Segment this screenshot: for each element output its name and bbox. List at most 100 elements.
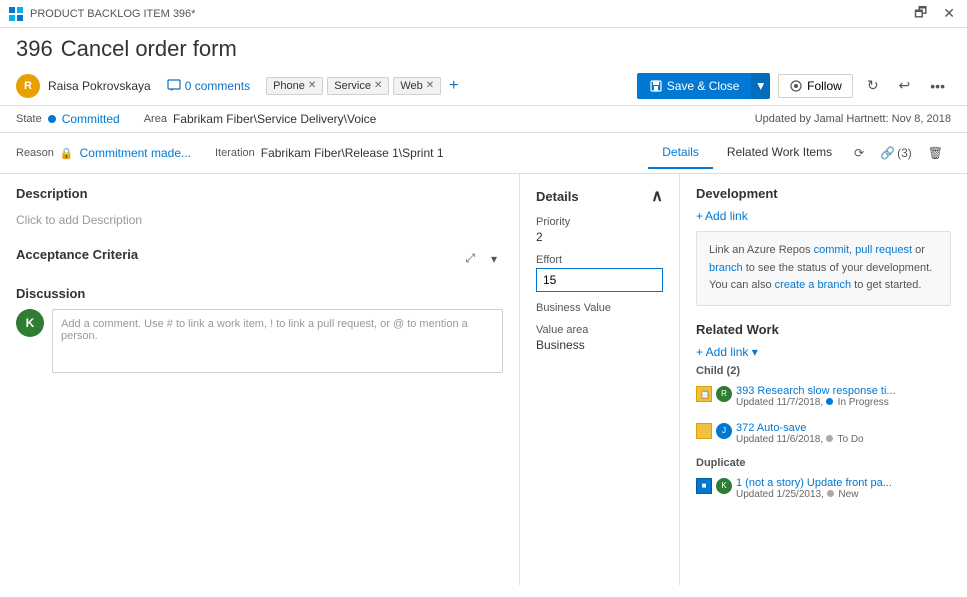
more-button[interactable]: ••• <box>924 74 951 98</box>
updated-text: Updated by Jamal Hartnett: Nov 8, 2018 <box>755 113 951 125</box>
related-title: Related Work <box>696 322 951 337</box>
expand-icon[interactable]: ⤢ <box>459 247 481 270</box>
child-item-1-content: 393 Research slow response ti... Updated… <box>736 385 951 408</box>
discussion-section: Discussion K Add a comment. Use # to lin… <box>16 286 503 373</box>
related-section: Related Work + Add link ▾ Child (2) 📋 R … <box>696 322 951 504</box>
add-tag-button[interactable]: + <box>445 77 462 95</box>
child-item-1-meta: Updated 11/7/2018, In Progress <box>736 397 951 408</box>
dev-add-link-button[interactable]: + Add link <box>696 209 951 223</box>
child-item-1: 📋 R 393 Research slow response ti... Upd… <box>696 381 951 412</box>
commit-link[interactable]: commit <box>814 244 849 256</box>
effort-label: Effort <box>536 254 663 266</box>
tab-links[interactable]: 🔗 (3) <box>872 142 920 164</box>
svg-text:📋: 📋 <box>700 389 710 399</box>
acceptance-title: Acceptance Criteria <box>16 247 138 262</box>
author-avatar: R <box>16 74 40 98</box>
state-bar: State Committed Area Fabrikam Fiber\Serv… <box>0 106 967 133</box>
tag-service: Service ✕ <box>327 77 389 95</box>
title-bar: PRODUCT BACKLOG ITEM 396* 🗗 ✕ <box>0 0 967 28</box>
dev-title: Development <box>696 186 951 201</box>
details-panel: Details ∧ Priority 2 Effort Business Val… <box>520 174 680 585</box>
iteration-value: Fabrikam Fiber\Release 1\Sprint 1 <box>261 146 444 160</box>
child-item-2-icon <box>696 423 712 439</box>
title-bar-text: PRODUCT BACKLOG ITEM 396* <box>30 8 195 20</box>
acceptance-icons: ⤢ ▾ <box>459 247 503 270</box>
tag-phone: Phone ✕ <box>266 77 323 95</box>
duplicate-item-1-avatar: K <box>716 478 732 494</box>
title-bar-left: PRODUCT BACKLOG ITEM 396* <box>8 6 195 22</box>
description-placeholder[interactable]: Click to add Description <box>16 209 503 231</box>
toolbar: R Raisa Pokrovskaya 0 comments Phone ✕ S… <box>0 66 967 106</box>
tab-attachments[interactable]: 🗑 <box>920 142 951 164</box>
tags-container: Phone ✕ Service ✕ Web ✕ + <box>266 77 462 95</box>
create-branch-link[interactable]: create a branch <box>775 279 851 291</box>
save-dropdown-button[interactable]: ▾ <box>751 73 770 99</box>
business-value-label: Business Value <box>536 302 663 314</box>
description-title: Description <box>16 186 503 201</box>
development-section: Development + Add link Link an Azure Rep… <box>696 186 951 306</box>
details-title: Details ∧ <box>536 186 663 206</box>
dev-info-box: Link an Azure Repos commit, pull request… <box>696 231 951 306</box>
child-item-1-title[interactable]: 393 Research slow response ti... <box>736 385 951 397</box>
user-avatar: K <box>16 309 44 337</box>
work-item-name: Cancel order form <box>61 36 237 62</box>
duplicate-item-1-title[interactable]: 1 (not a story) Update front pa... <box>736 477 951 489</box>
discussion-input-area: K Add a comment. Use # to link a work it… <box>16 309 503 373</box>
save-close-button[interactable]: Save & Close <box>637 73 752 99</box>
restore-button[interactable]: 🗗 <box>910 2 931 26</box>
tab-details[interactable]: Details <box>648 137 713 169</box>
left-panel: Description Click to add Description Acc… <box>0 174 520 585</box>
description-section: Description Click to add Description <box>16 186 503 231</box>
related-add-link-button[interactable]: + Add link ▾ <box>696 345 951 359</box>
comment-input[interactable]: Add a comment. Use # to link a work item… <box>52 309 503 373</box>
area-item: Area Fabrikam Fiber\Service Delivery\Voi… <box>144 112 377 126</box>
duplicate-item-1: ■ K 1 (not a story) Update front pa... U… <box>696 473 951 504</box>
child-item-1-status-dot <box>826 398 833 405</box>
right-panel: Development + Add link Link an Azure Rep… <box>680 174 967 585</box>
acceptance-section: Acceptance Criteria ⤢ ▾ <box>16 247 503 270</box>
work-item-header: 396 Cancel order form <box>0 28 967 66</box>
child-item-2-title[interactable]: 372 Auto-save <box>736 422 951 434</box>
save-button-group: Save & Close ▾ <box>637 73 770 99</box>
lock-icon: 🔒 <box>60 147 74 160</box>
value-area-label: Value area <box>536 324 663 336</box>
tag-phone-close[interactable]: ✕ <box>308 80 316 91</box>
close-button[interactable]: ✕ <box>939 2 959 26</box>
priority-label: Priority <box>536 216 663 228</box>
comments-button[interactable]: 0 comments <box>167 79 250 93</box>
pull-request-link[interactable]: pull request <box>855 244 912 256</box>
reason-value[interactable]: Commitment made... <box>80 146 191 160</box>
app-icon <box>8 6 24 22</box>
collapse-icon[interactable]: ▾ <box>485 247 503 270</box>
state-dot <box>48 115 56 123</box>
reason-bar: Reason 🔒 Commitment made... Iteration Fa… <box>0 133 967 174</box>
tab-history[interactable]: ⟳ <box>846 142 872 164</box>
area-value: Fabrikam Fiber\Service Delivery\Voice <box>173 112 376 126</box>
branch-link[interactable]: branch <box>709 262 743 274</box>
child-label: Child (2) <box>696 365 951 377</box>
discussion-title: Discussion <box>16 286 503 301</box>
duplicate-label: Duplicate <box>696 457 951 469</box>
child-item-2-status-dot <box>826 435 833 442</box>
iteration-item: Iteration Fabrikam Fiber\Release 1\Sprin… <box>215 146 444 160</box>
tab-related[interactable]: Related Work Items <box>713 137 846 169</box>
refresh-button[interactable]: ↻ <box>861 73 885 98</box>
tag-web-close[interactable]: ✕ <box>426 80 434 91</box>
value-area-value: Business <box>536 338 663 352</box>
undo-button[interactable]: ↩ <box>893 73 917 98</box>
title-bar-controls: 🗗 ✕ <box>910 2 959 26</box>
state-value[interactable]: Committed <box>62 112 120 126</box>
author-name: Raisa Pokrovskaya <box>48 79 151 93</box>
duplicate-item-1-meta: Updated 1/25/2013, New <box>736 489 951 500</box>
priority-value: 2 <box>536 230 663 244</box>
child-item-1-avatar: R <box>716 386 732 402</box>
tabs-container: Details Related Work Items ⟳ 🔗 (3) 🗑 <box>648 137 951 169</box>
duplicate-item-1-content: 1 (not a story) Update front pa... Updat… <box>736 477 951 500</box>
follow-button[interactable]: Follow <box>778 74 853 98</box>
duplicate-item-1-icon: ■ <box>696 478 712 494</box>
state-item: State Committed <box>16 112 120 126</box>
effort-input[interactable] <box>536 268 663 292</box>
details-collapse-icon[interactable]: ∧ <box>651 186 663 206</box>
tag-service-close[interactable]: ✕ <box>374 80 382 91</box>
reason-item: Reason 🔒 Commitment made... <box>16 146 191 160</box>
